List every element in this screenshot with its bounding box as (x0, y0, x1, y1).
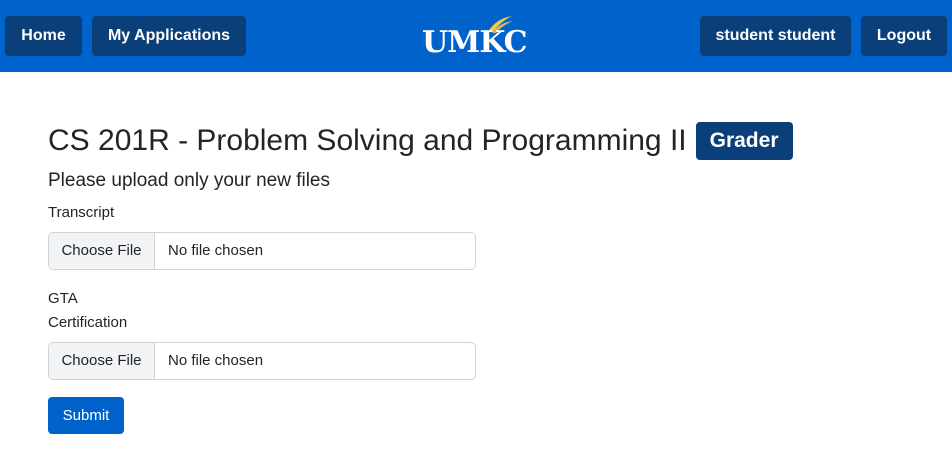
choose-file-button[interactable]: Choose File (49, 343, 155, 379)
umkc-logo[interactable]: UMKC (422, 14, 528, 60)
gta-certification-file-input[interactable]: Choose File No file chosen (48, 342, 476, 380)
file-status-text: No file chosen (168, 352, 264, 369)
home-button[interactable]: Home (5, 16, 82, 56)
logout-button[interactable]: Logout (861, 16, 947, 56)
top-navbar: Home My Applications UMKC student studen… (0, 0, 952, 72)
choose-file-button[interactable]: Choose File (49, 233, 155, 269)
my-applications-button[interactable]: My Applications (92, 16, 246, 56)
submit-button[interactable]: Submit (48, 397, 124, 434)
course-title: CS 201R - Problem Solving and Programmin… (48, 124, 687, 157)
transcript-file-input[interactable]: Choose File No file chosen (48, 232, 476, 270)
role-badge: Grader (695, 122, 793, 160)
upload-instructions: Please upload only your new files (48, 170, 331, 191)
gta-certification-label-line-1: GTA (48, 290, 78, 307)
logo-wordmark: UMKC (422, 25, 528, 60)
user-profile-button[interactable]: student student (700, 16, 851, 56)
gta-certification-label-line-2: Certification (48, 314, 128, 331)
file-status-text: No file chosen (168, 242, 264, 259)
page-title: CS 201R - Problem Solving and Programmin… (48, 120, 793, 162)
transcript-label: Transcript (48, 204, 115, 221)
